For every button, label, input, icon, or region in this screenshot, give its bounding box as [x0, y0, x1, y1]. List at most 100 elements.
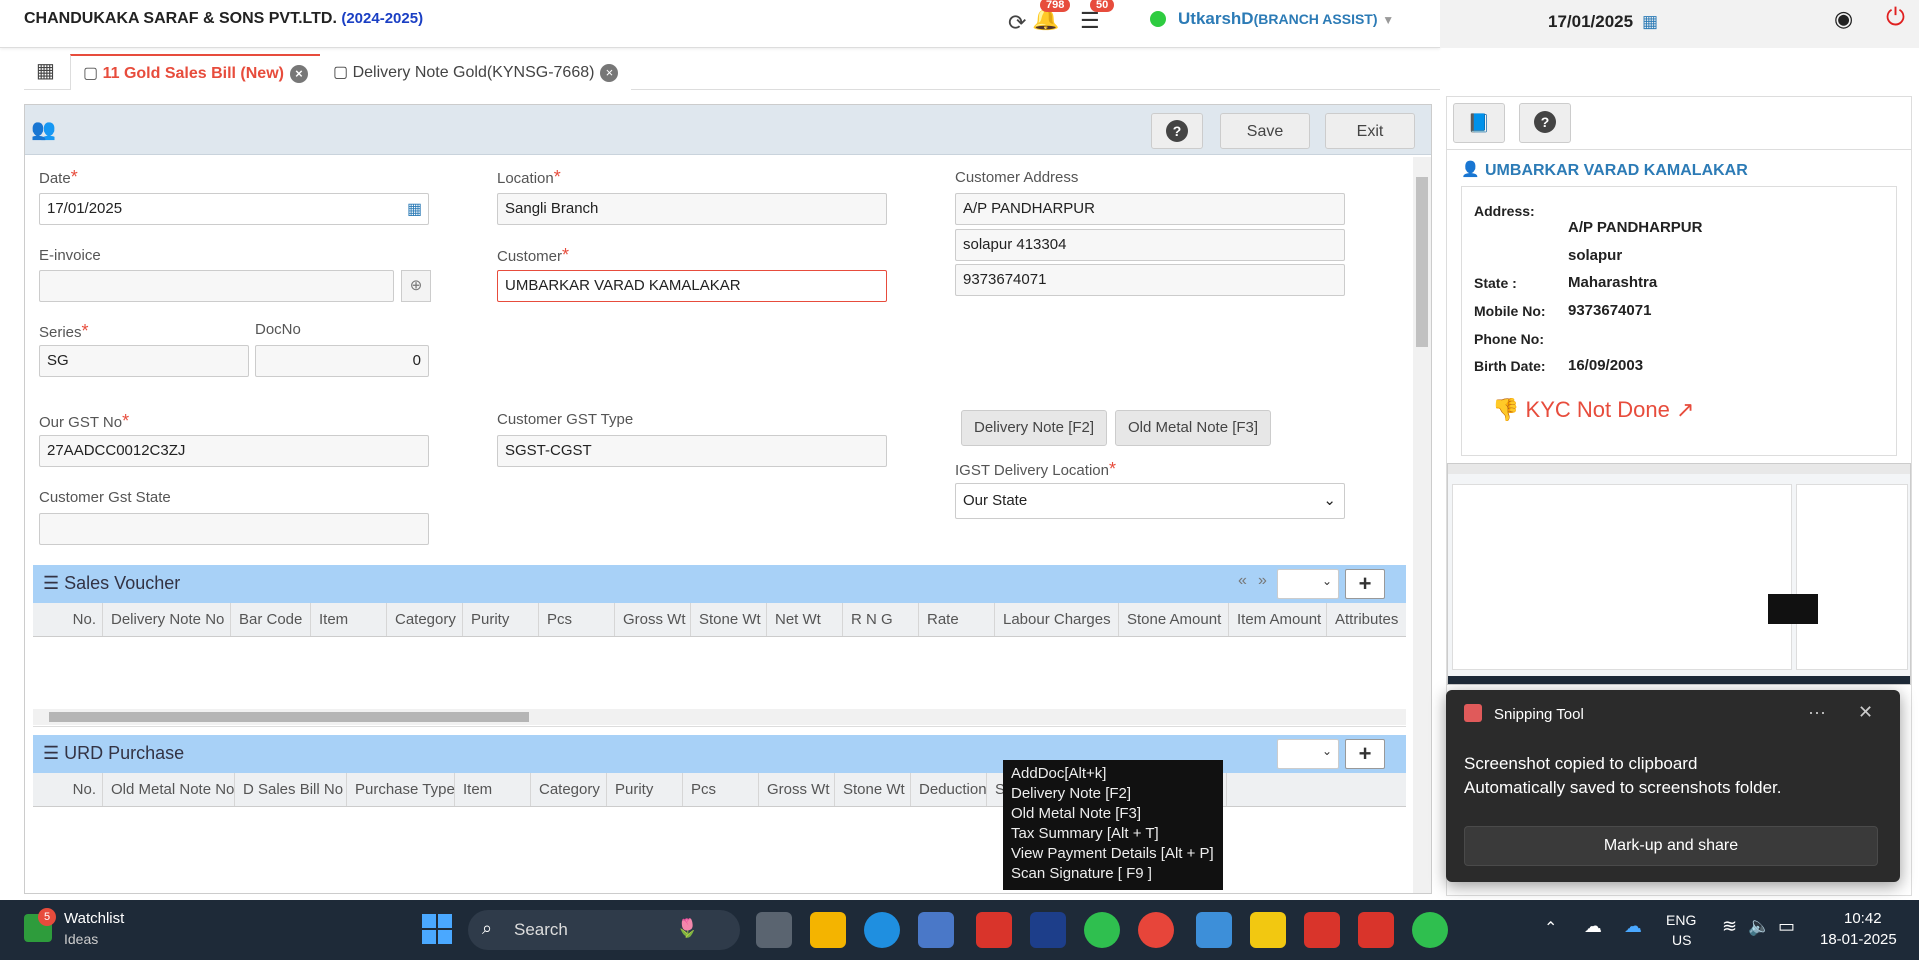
scrollbar-thumb[interactable] [1416, 177, 1428, 347]
column-header[interactable]: Old Metal Note No [103, 773, 235, 806]
power-icon[interactable]: ⏻ [1886, 4, 1905, 32]
notepad-icon[interactable] [1196, 912, 1232, 948]
address-line-2[interactable]: solapur 413304 [955, 229, 1345, 261]
column-header[interactable]: Item [455, 773, 531, 806]
cloud-icon[interactable]: ☁ [1584, 916, 1602, 937]
column-header[interactable]: Purity [463, 603, 539, 636]
igst-select[interactable]: Our State ⌄ [955, 483, 1345, 519]
task-view-icon[interactable] [756, 912, 792, 948]
column-header[interactable]: Labour Charges [995, 603, 1119, 636]
wps-icon[interactable] [1358, 912, 1394, 948]
column-header[interactable]: Category [531, 773, 607, 806]
wifi-icon[interactable]: ≋ [1722, 916, 1737, 937]
wps-icon[interactable] [1304, 912, 1340, 948]
column-header[interactable]: Stone Wt [691, 603, 767, 636]
taskbar-search[interactable]: ⌕ Search 🌷 [468, 910, 740, 950]
address-line-1[interactable]: A/P PANDHARPUR [955, 193, 1345, 225]
column-header[interactable]: Pcs [683, 773, 759, 806]
wps-icon[interactable] [976, 912, 1012, 948]
einvoice-field[interactable] [39, 270, 394, 302]
first-page-icon[interactable]: « [1238, 572, 1247, 590]
lang-line-2[interactable]: US [1672, 932, 1691, 948]
p-app-icon[interactable] [1030, 912, 1066, 948]
column-header[interactable]: Item [311, 603, 387, 636]
column-header[interactable]: Gross Wt [759, 773, 835, 806]
tab-delivery-note[interactable]: ▢ Delivery Note Gold(KYNSG-7668) × [320, 54, 632, 90]
old-metal-note-button[interactable]: Old Metal Note [F3] [1115, 410, 1272, 446]
close-icon[interactable]: × [600, 63, 619, 82]
column-header[interactable]: Purity [607, 773, 683, 806]
more-icon[interactable]: ··· [1808, 702, 1826, 723]
close-icon[interactable]: × [289, 64, 308, 83]
column-header[interactable]: No. [33, 603, 103, 636]
chevron-up-icon[interactable]: ⌃ [1544, 918, 1557, 938]
exit-button[interactable]: Exit [1325, 113, 1415, 149]
save-button[interactable]: Save [1220, 113, 1310, 149]
edge-icon[interactable] [864, 912, 900, 948]
customer-field[interactable]: UMBARKAR VARAD KAMALAKAR [497, 270, 887, 302]
ledger-button[interactable]: 📘 [1453, 103, 1505, 143]
column-header[interactable]: Item Amount [1229, 603, 1327, 636]
help-button[interactable]: ? [1151, 113, 1203, 149]
refresh-icon[interactable]: ⟳ [1008, 10, 1026, 36]
battery-icon[interactable]: ▭ [1778, 916, 1795, 937]
calendar-icon[interactable]: ▦ [1642, 12, 1658, 32]
cust-gst-state-field[interactable] [39, 513, 429, 545]
column-header[interactable]: Deduction [911, 773, 987, 806]
cust-gst-type-field[interactable]: SGST-CGST [497, 435, 887, 467]
einvoice-add-button[interactable]: ⊕ [401, 270, 431, 302]
column-header[interactable]: Pcs [539, 603, 615, 636]
lang-line-1[interactable]: ENG [1666, 912, 1696, 928]
last-page-icon[interactable]: » [1258, 572, 1267, 590]
location-field[interactable]: Sangli Branch [497, 193, 887, 225]
column-header[interactable]: Bar Code [231, 603, 311, 636]
add-urd-row-button[interactable]: + [1345, 739, 1385, 769]
whatsapp-icon[interactable] [1412, 912, 1448, 948]
kyc-status-link[interactable]: 👎 KYC Not Done ↗ [1492, 397, 1694, 423]
clock-date[interactable]: 18-01-2025 [1820, 931, 1897, 948]
page-size-select[interactable]: ⌄ [1277, 569, 1339, 599]
side-help-button[interactable]: ? [1519, 103, 1571, 143]
tab-gold-sales-bill[interactable]: ▢ 11 Gold Sales Bill (New) × [70, 54, 321, 90]
volume-icon[interactable]: 🔈 [1748, 916, 1770, 937]
column-header[interactable]: Net Wt [767, 603, 843, 636]
add-sales-row-button[interactable]: + [1345, 569, 1385, 599]
column-header[interactable]: Delivery Note No [103, 603, 231, 636]
screenshot-preview[interactable] [1447, 463, 1911, 685]
onedrive-icon[interactable]: ☁ [1624, 916, 1642, 937]
address-line-3[interactable]: 9373674071 [955, 264, 1345, 296]
snipping-tool-notification[interactable]: Snipping Tool ··· ✕ Screenshot copied to… [1446, 690, 1900, 882]
eye-slash-icon[interactable]: ◉ [1834, 6, 1853, 32]
sales-grid-hscroll[interactable] [33, 709, 1406, 725]
urd-page-size-select[interactable]: ⌄ [1277, 739, 1339, 769]
chrome-icon[interactable] [1138, 912, 1174, 948]
column-header[interactable]: Category [387, 603, 463, 636]
calendar-icon[interactable]: ▦ [407, 199, 422, 219]
whatsapp-icon[interactable] [1084, 912, 1120, 948]
watchlist-title[interactable]: Watchlist [64, 910, 124, 927]
store-icon[interactable] [918, 912, 954, 948]
series-field[interactable]: SG [39, 345, 249, 377]
delivery-note-button[interactable]: Delivery Note [F2] [961, 410, 1108, 446]
column-header[interactable]: Purchase Type [347, 773, 455, 806]
file-explorer-icon[interactable] [810, 912, 846, 948]
column-header[interactable]: R N G [843, 603, 919, 636]
column-header[interactable]: Attributes [1327, 603, 1406, 636]
scrollbar-thumb[interactable] [49, 712, 529, 722]
gst-field[interactable]: 27AADCC0012C3ZJ [39, 435, 429, 467]
column-header[interactable]: Rate [919, 603, 995, 636]
column-header[interactable]: Gross Wt [615, 603, 691, 636]
column-header[interactable]: Stone Amount [1119, 603, 1229, 636]
docno-field[interactable]: 0 [255, 345, 429, 377]
column-header[interactable]: Stone Wt [835, 773, 911, 806]
powerbi-icon[interactable] [1250, 912, 1286, 948]
grid-menu-icon[interactable]: ▦ [36, 58, 55, 83]
column-header[interactable]: No. [33, 773, 103, 806]
windows-start-icon[interactable] [422, 914, 452, 944]
user-menu[interactable]: UtkarshD(BRANCH ASSIST) ▼ [1178, 9, 1394, 29]
close-icon[interactable]: ✕ [1858, 702, 1873, 723]
date-field[interactable]: 17/01/2025 [39, 193, 429, 225]
column-header[interactable]: D Sales Bill No [235, 773, 347, 806]
markup-share-button[interactable]: Mark-up and share [1464, 826, 1878, 866]
form-scrollbar[interactable] [1413, 157, 1431, 893]
